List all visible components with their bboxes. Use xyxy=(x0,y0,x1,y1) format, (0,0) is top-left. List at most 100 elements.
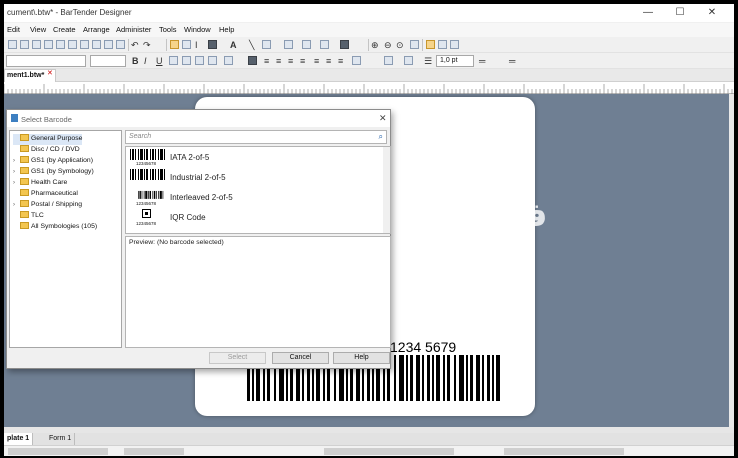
italic-icon[interactable]: I xyxy=(144,55,147,67)
select-button[interactable]: Select xyxy=(209,352,266,364)
menu-window[interactable]: Window xyxy=(184,25,211,34)
cut-icon[interactable] xyxy=(68,40,77,49)
category-gs1-application[interactable]: › GS1 (by Application) xyxy=(13,156,93,167)
align-right-icon[interactable]: ≡ xyxy=(288,55,293,67)
paste-icon[interactable] xyxy=(92,40,101,49)
line-tool-icon[interactable]: ╲ xyxy=(249,39,254,51)
zoom-fit-icon[interactable] xyxy=(410,40,419,49)
align-bottom-icon[interactable]: ≡ xyxy=(338,55,343,67)
text-cursor-icon[interactable]: I xyxy=(195,39,198,51)
category-health-care[interactable]: › Health Care xyxy=(13,178,67,189)
rfid-tool-icon[interactable] xyxy=(302,40,311,49)
font-color-icon[interactable] xyxy=(182,56,191,65)
barcode-list: 12345678 IATA 2-of-5 Industrial 2-of-5 1… xyxy=(125,146,391,234)
barcode-option-iata[interactable]: 12345678 IATA 2-of-5 xyxy=(128,149,382,169)
tab-form[interactable]: Form 1 xyxy=(46,433,76,445)
menu-edit[interactable]: Edit xyxy=(7,25,20,34)
redo-icon[interactable]: ↷ xyxy=(143,39,151,51)
search-icon[interactable]: ⌕ xyxy=(379,132,383,142)
align-middle-icon[interactable]: ≡ xyxy=(326,55,331,67)
shape-tool-icon[interactable] xyxy=(262,40,271,49)
justify-icon[interactable]: ≡ xyxy=(300,55,305,67)
undo-icon[interactable]: ↶ xyxy=(131,39,139,51)
superscript-icon[interactable] xyxy=(195,56,204,65)
category-pharmaceutical[interactable]: Pharmaceutical xyxy=(13,189,78,200)
minimize-button[interactable]: — xyxy=(637,6,659,20)
align-left-icon[interactable]: ≡ xyxy=(264,55,269,67)
copy-icon[interactable] xyxy=(80,40,89,49)
delete-icon[interactable] xyxy=(104,40,113,49)
fill-color-icon[interactable] xyxy=(384,56,393,65)
text-tool-icon[interactable]: A xyxy=(230,39,237,51)
menu-help[interactable]: Help xyxy=(219,25,234,34)
chevron-right-icon[interactable]: › xyxy=(13,156,20,166)
rotate-icon[interactable] xyxy=(352,56,361,65)
help-button[interactable]: Help xyxy=(333,352,390,364)
barcode-option-iqr[interactable]: 12345678 IQR Code xyxy=(128,209,382,229)
menu-view[interactable]: View xyxy=(30,25,46,34)
word-wrap-icon[interactable] xyxy=(248,56,257,65)
category-tlc[interactable]: TLC xyxy=(13,211,44,222)
paint-icon[interactable] xyxy=(182,40,191,49)
zoom-in-icon[interactable]: ⊕ xyxy=(371,39,379,51)
dialog-close-icon[interactable]: ✕ xyxy=(379,113,387,124)
close-tab-icon[interactable]: ✕ xyxy=(47,69,53,77)
text-box-icon[interactable] xyxy=(224,56,233,65)
menu-arrange[interactable]: Arrange xyxy=(83,25,110,34)
font-name-combo[interactable] xyxy=(6,55,86,67)
category-postal-shipping[interactable]: › Postal / Shipping xyxy=(13,200,82,211)
subscript-icon[interactable] xyxy=(208,56,217,65)
print-preview-icon[interactable] xyxy=(56,40,65,49)
chevron-right-icon[interactable]: › xyxy=(13,200,20,210)
close-window-button[interactable]: ✕ xyxy=(701,6,723,20)
new-icon[interactable] xyxy=(8,40,17,49)
line-thickness-combo[interactable]: 1,0 pt xyxy=(436,55,474,67)
barcode-tool-icon[interactable] xyxy=(208,40,217,49)
select-pointer-icon[interactable] xyxy=(170,40,179,49)
title-bar: cument\.btw* - BarTender Designer — ☐ ✕ xyxy=(4,4,734,22)
barcode-list-scrollbar[interactable] xyxy=(383,147,390,233)
barcode-option-industrial[interactable]: Industrial 2-of-5 xyxy=(128,169,382,189)
tab-template[interactable]: plate 1 xyxy=(4,433,34,445)
rulers-icon[interactable] xyxy=(438,40,447,49)
vertical-scrollbar[interactable] xyxy=(729,94,734,427)
format-painter-icon[interactable] xyxy=(116,40,125,49)
maximize-button[interactable]: ☐ xyxy=(669,6,691,20)
underline-icon[interactable]: U xyxy=(156,55,163,67)
document-tab-label: ment1.btw* xyxy=(7,72,45,79)
category-gs1-symbology[interactable]: › GS1 (by Symbology) xyxy=(13,167,94,178)
category-all-symbologies[interactable]: All Symbologies (105) xyxy=(13,222,97,233)
show-grid-icon[interactable] xyxy=(450,40,459,49)
zoom-out-icon[interactable]: ⊖ xyxy=(384,39,392,51)
menu-tools[interactable]: Tools xyxy=(159,25,177,34)
category-general-purpose[interactable]: General Purpose xyxy=(13,134,83,145)
barcode-option-interleaved[interactable]: 12345678 Interleaved 2-of-5 xyxy=(128,189,382,209)
bold-icon[interactable]: B xyxy=(132,55,139,67)
font-size-combo[interactable] xyxy=(90,55,126,67)
line-dash-icon[interactable]: ═ xyxy=(509,55,515,67)
menu-administer[interactable]: Administer xyxy=(116,25,151,34)
chevron-right-icon[interactable]: › xyxy=(13,167,20,177)
align-center-icon[interactable]: ≡ xyxy=(276,55,281,67)
line-color-icon[interactable] xyxy=(404,56,413,65)
save-icon[interactable] xyxy=(32,40,41,49)
snap-to-grid-icon[interactable] xyxy=(426,40,435,49)
grid-tool-icon[interactable] xyxy=(320,40,329,49)
cancel-button[interactable]: Cancel xyxy=(272,352,329,364)
print-icon[interactable] xyxy=(44,40,53,49)
menu-create[interactable]: Create xyxy=(53,25,76,34)
strikethrough-icon[interactable] xyxy=(169,56,178,65)
align-top-icon[interactable]: ≡ xyxy=(314,55,319,67)
category-disc-cd-dvd[interactable]: Disc / CD / DVD xyxy=(13,145,80,156)
status-bar xyxy=(4,445,734,456)
chevron-right-icon[interactable]: › xyxy=(13,178,20,188)
barcode-name: IATA 2-of-5 xyxy=(170,153,210,162)
picture-tool-icon[interactable] xyxy=(284,40,293,49)
line-weight-icon[interactable]: ☰ xyxy=(424,55,432,67)
line-style-icon[interactable]: ═ xyxy=(479,55,485,67)
barcode-search-input[interactable]: Search ⌕ xyxy=(125,130,387,144)
zoom-page-icon[interactable]: ⊙ xyxy=(396,39,404,51)
category-label: General Purpose xyxy=(31,135,83,142)
printer-code-icon[interactable] xyxy=(340,40,349,49)
open-icon[interactable] xyxy=(20,40,29,49)
